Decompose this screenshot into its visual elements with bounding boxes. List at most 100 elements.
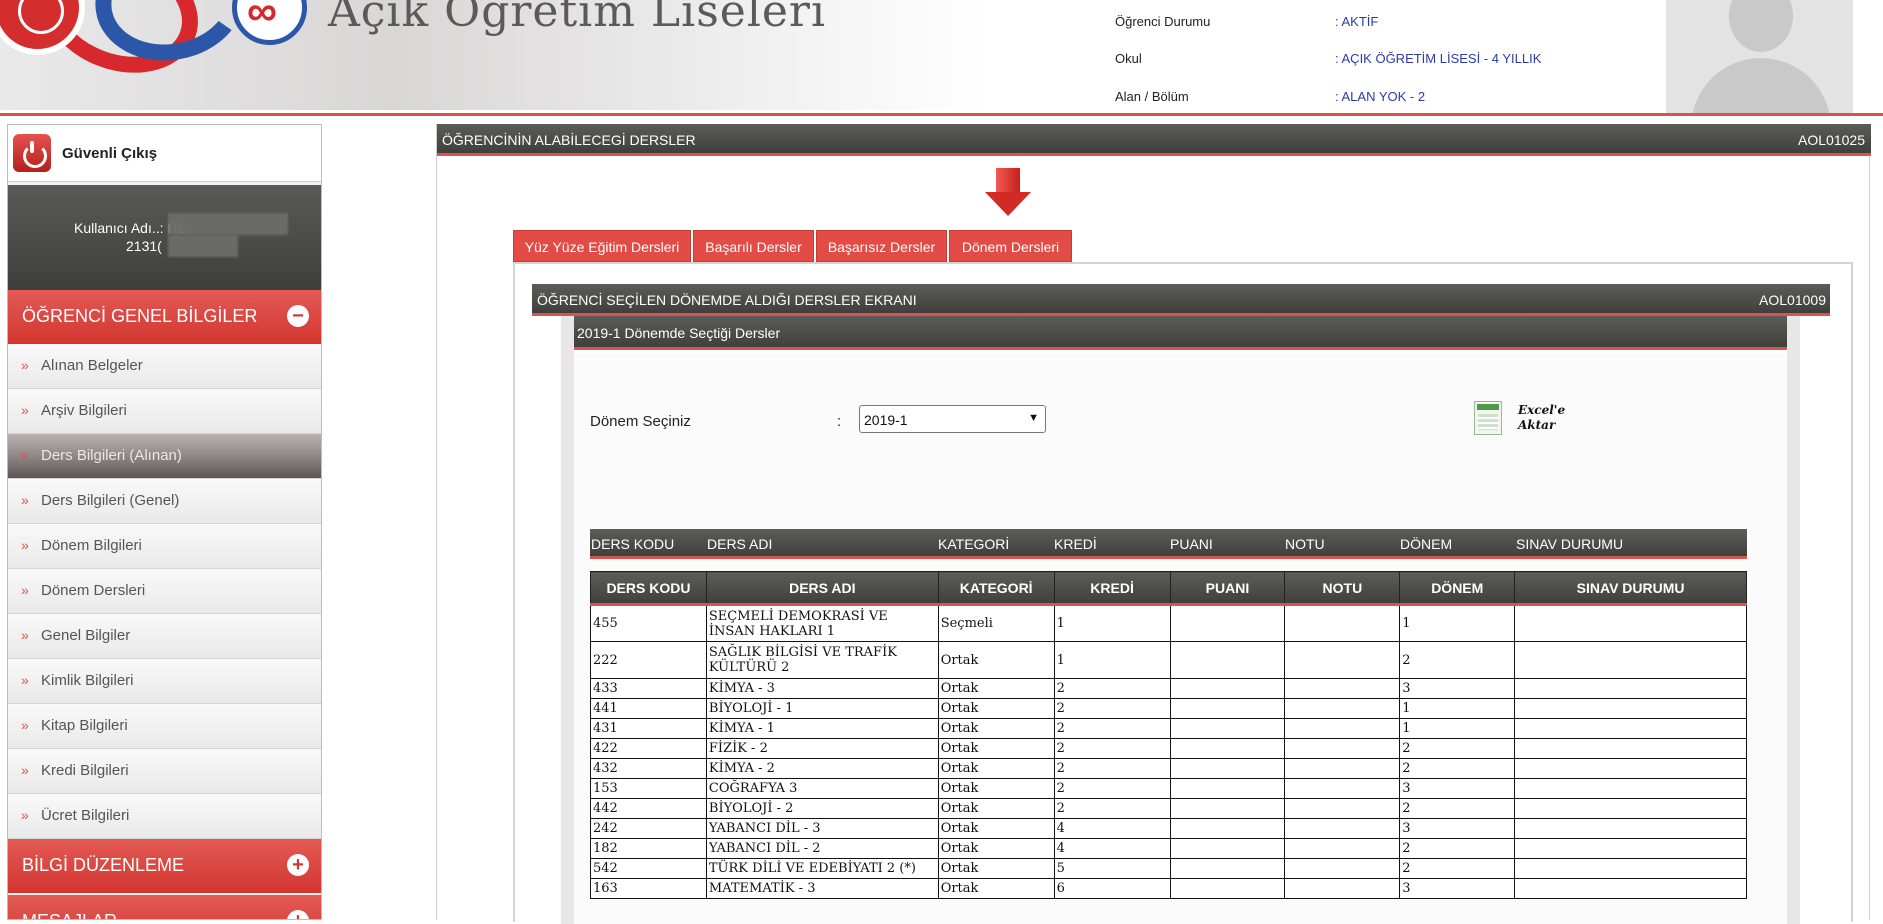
cell-grade xyxy=(1284,818,1401,839)
sidebar-item-kitap-bilgileri[interactable]: » Kitap Bilgileri xyxy=(8,704,321,749)
spreadsheet-icon xyxy=(1474,401,1502,435)
sidebar-item-donem-dersleri[interactable]: » Dönem Dersleri xyxy=(8,569,321,614)
cell-grade xyxy=(1284,858,1401,879)
sidebar-item-ucret-bilgileri[interactable]: » Ücret Bilgileri xyxy=(8,794,321,839)
period-courses-box: 2019-1 Dönemde Seçtiği Dersler Dönem Seç… xyxy=(561,316,1800,924)
tab-yuz-yuze-egitim[interactable]: Yüz Yüze Eğitim Dersleri xyxy=(513,230,691,262)
sidebar-item-ders-bilgileri-genel[interactable]: » Ders Bilgileri (Genel) xyxy=(8,479,321,524)
cell-credit: 2 xyxy=(1053,678,1171,699)
column-header-strip: DERS KODU DERS ADI KATEGORİ KREDİ PUANI … xyxy=(590,529,1747,559)
sidebar-item-ders-bilgileri-alinan[interactable]: » Ders Bilgileri (Alınan) xyxy=(8,434,321,479)
cell-credit: 2 xyxy=(1053,698,1171,719)
column-header[interactable]: DERS KODU xyxy=(590,571,707,606)
column-header[interactable]: DÖNEM xyxy=(1399,571,1516,606)
header: Açık Öğretim Liseleri Öğrenci Durumu : A… xyxy=(0,0,1883,118)
cell-credit: 4 xyxy=(1053,818,1171,839)
sidebar-item-label: Ücret Bilgileri xyxy=(41,807,130,824)
cell-category: Ortak xyxy=(937,678,1055,699)
cell-exam-status xyxy=(1514,798,1747,819)
table-row: 455 SEÇMELİ DEMOKRASİ VE İNSAN HAKLARI 1… xyxy=(590,604,1747,642)
column-header[interactable]: KREDİ xyxy=(1053,571,1171,606)
cell-period: 3 xyxy=(1399,678,1516,699)
cell-category: Ortak xyxy=(937,758,1055,779)
expand-icon[interactable]: + xyxy=(287,854,309,876)
cell-category: Ortak xyxy=(937,878,1055,899)
cell-credit: 6 xyxy=(1053,878,1171,899)
redaction-blur xyxy=(168,235,238,257)
sidebar-item-arsiv-bilgileri[interactable]: » Arşiv Bilgileri xyxy=(8,389,321,434)
cell-credit: 2 xyxy=(1053,798,1171,819)
sidebar-item-alinan-belgeler[interactable]: » Alınan Belgeler xyxy=(8,344,321,389)
sidebar-item-donem-bilgileri[interactable]: » Dönem Bilgileri xyxy=(8,524,321,569)
cell-credit: 1 xyxy=(1053,641,1171,679)
cell-exam-status xyxy=(1514,698,1747,719)
sidebar-item-kredi-bilgileri[interactable]: » Kredi Bilgileri xyxy=(8,749,321,794)
expand-icon[interactable]: + xyxy=(287,910,309,919)
cell-exam-status xyxy=(1514,858,1747,879)
cell-period: 2 xyxy=(1399,858,1516,879)
site-title: Açık Öğretim Liseleri xyxy=(328,0,827,37)
column-header[interactable]: KATEGORİ xyxy=(937,571,1055,606)
cell-exam-status xyxy=(1514,718,1747,739)
cell-name: KİMYA - 3 xyxy=(705,678,939,699)
chevron-right-icon: » xyxy=(21,627,29,643)
cell-name: KİMYA - 1 xyxy=(705,718,939,739)
status-label: Öğrenci Durumu xyxy=(1115,14,1211,29)
user-id-line: 2131( xyxy=(126,238,162,254)
tab-basarili-dersler[interactable]: Başarılı Dersler xyxy=(693,230,814,262)
cell-credit: 2 xyxy=(1053,738,1171,759)
cell-code: 442 xyxy=(590,798,707,819)
table-row: 222 SAĞLIK BİLGİSİ VE TRAFİK KÜLTÜRÜ 2 O… xyxy=(590,641,1747,679)
column-header[interactable]: NOTU xyxy=(1284,571,1401,606)
sidebar-item-genel-bilgiler[interactable]: » Genel Bilgiler xyxy=(8,614,321,659)
column-header[interactable]: PUANI xyxy=(1169,571,1286,606)
table-row: 432 KİMYA - 2 Ortak 2 2 xyxy=(590,758,1747,779)
chevron-down-icon: ▼ xyxy=(1028,412,1039,424)
excel-label-line: Excel'e xyxy=(1518,403,1566,417)
logout-button[interactable]: Güvenli Çıkış xyxy=(8,125,321,182)
section-mesajlar[interactable]: MESAJLAR + xyxy=(8,895,321,919)
sidebar-item-kimlik-bilgileri[interactable]: » Kimlik Bilgileri xyxy=(8,659,321,704)
cell-code: 163 xyxy=(590,878,707,899)
cell-score xyxy=(1169,838,1286,859)
cell-grade xyxy=(1284,878,1401,899)
cell-category: Ortak xyxy=(937,738,1055,759)
collapse-icon[interactable]: − xyxy=(287,305,309,327)
cell-code: 153 xyxy=(590,778,707,799)
column-header[interactable]: SINAV DURUMU xyxy=(1514,571,1747,606)
cell-code: 441 xyxy=(590,698,707,719)
tab-donem-dersleri[interactable]: Dönem Dersleri xyxy=(949,230,1072,262)
cell-code: 242 xyxy=(590,818,707,839)
sidebar-item-label: Ders Bilgileri (Alınan) xyxy=(41,447,182,464)
section-title: ÖĞRENCİ GENEL BİLGİLER xyxy=(22,306,258,326)
cell-name: BİYOLOJİ - 2 xyxy=(705,798,939,819)
section-bilgi-duzenleme[interactable]: BİLGİ DÜZENLEME + xyxy=(8,839,321,893)
chevron-right-icon: » xyxy=(21,807,29,823)
cell-credit: 2 xyxy=(1053,778,1171,799)
strip-col: SINAV DURUMU xyxy=(1516,536,1624,552)
tab-basarisiz-dersler[interactable]: Başarısız Dersler xyxy=(816,230,947,262)
cell-period: 1 xyxy=(1399,604,1516,642)
sidebar-item-label: Kitap Bilgileri xyxy=(41,717,128,734)
table-row: 441 BİYOLOJİ - 1 Ortak 2 1 xyxy=(590,698,1747,719)
sub-title: 2019-1 Dönemde Seçtiği Dersler xyxy=(577,325,781,341)
cell-score xyxy=(1169,738,1286,759)
chevron-right-icon: » xyxy=(21,672,29,688)
strip-col: DERS ADI xyxy=(707,536,773,552)
cell-category: Ortak xyxy=(937,818,1055,839)
column-header[interactable]: DERS ADI xyxy=(705,571,939,606)
cell-score xyxy=(1169,798,1286,819)
table-header-row: DERS KODU DERS ADI KATEGORİ KREDİ PUANI … xyxy=(590,571,1747,606)
cell-score xyxy=(1169,678,1286,699)
cell-name: SEÇMELİ DEMOKRASİ VE İNSAN HAKLARI 1 xyxy=(705,604,939,642)
period-select[interactable]: 2019-1 ▼ xyxy=(859,405,1046,433)
excel-export-button[interactable]: Excel'e Aktar xyxy=(1474,401,1594,441)
section-ogrenci-genel-bilgiler[interactable]: ÖĞRENCİ GENEL BİLGİLER − xyxy=(8,290,321,344)
excel-export-label: Excel'e Aktar xyxy=(1518,403,1565,433)
cell-score xyxy=(1169,698,1286,719)
cell-score xyxy=(1169,641,1286,679)
section-title: BİLGİ DÜZENLEME xyxy=(22,855,185,875)
period-label: Dönem Seçiniz xyxy=(590,413,691,430)
cell-period: 1 xyxy=(1399,698,1516,719)
cell-score xyxy=(1169,818,1286,839)
